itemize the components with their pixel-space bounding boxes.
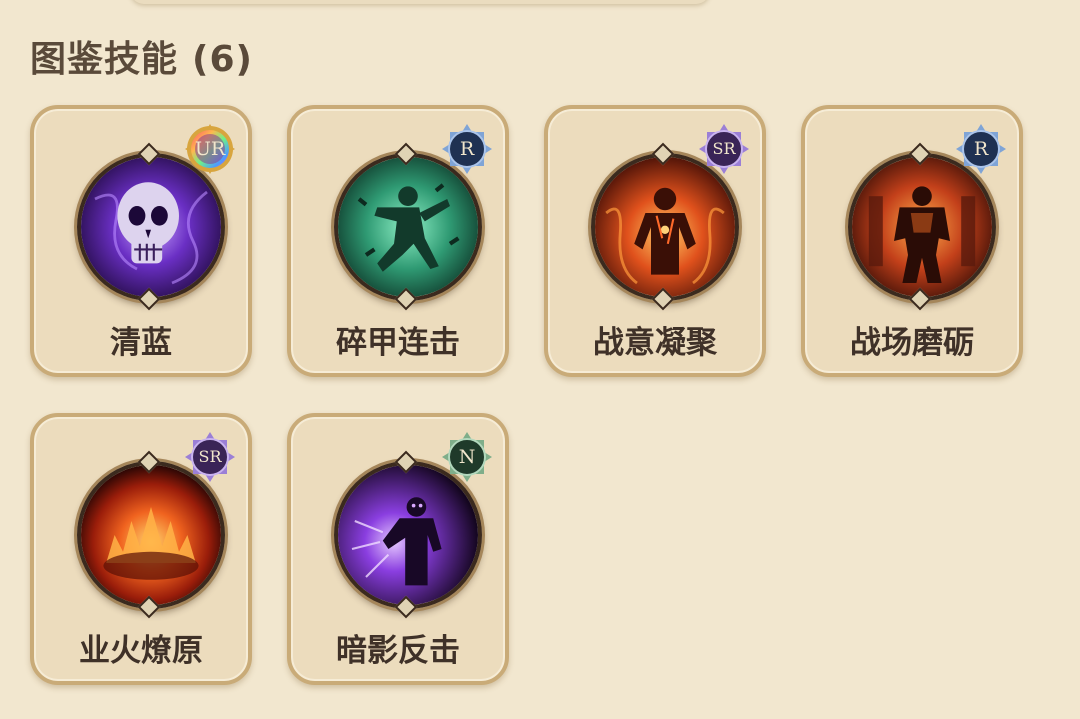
rarity-badge-sr: SR	[698, 123, 750, 175]
shadow-warrior-icon	[334, 461, 482, 609]
rarity-badge-sr: SR	[184, 431, 236, 483]
skill-name: 碎甲连击	[336, 325, 460, 361]
rarity-label: R	[459, 138, 475, 160]
skill-name: 清蓝	[110, 325, 172, 361]
rarity-label: UR	[194, 138, 226, 160]
rarity-badge-r: R	[441, 123, 493, 175]
armored-warrior-icon	[848, 153, 996, 301]
skill-card[interactable]: R 战场磨砺	[801, 105, 1023, 377]
rarity-badge-r: R	[955, 123, 1007, 175]
section-title-text: 图鉴技能	[30, 39, 179, 80]
rarity-badge-ur: UR	[184, 123, 236, 175]
green-warrior-strike-icon	[334, 153, 482, 301]
skill-count: (6)	[192, 39, 253, 80]
fire-warrior-icon	[591, 153, 739, 301]
skill-card[interactable]: UR 清蓝	[30, 105, 252, 377]
skill-name: 暗影反击	[336, 633, 460, 669]
rarity-label: N	[458, 446, 476, 468]
skill-card[interactable]: N 暗影反击	[287, 413, 509, 685]
skill-card[interactable]: SR 战意凝聚	[544, 105, 766, 377]
rarity-label: SR	[198, 447, 222, 466]
skill-name: 战场磨砺	[850, 325, 974, 361]
top-panel-edge	[130, 0, 710, 4]
skill-name: 战意凝聚	[593, 325, 717, 361]
section-title: 图鉴技能 (6)	[30, 30, 253, 82]
rarity-label: SR	[712, 139, 736, 158]
purple-skull-icon	[77, 153, 225, 301]
hellfire-icon	[77, 461, 225, 609]
rarity-label: R	[973, 138, 989, 160]
rarity-badge-n: N	[441, 431, 493, 483]
skill-card[interactable]: SR 业火燎原	[30, 413, 252, 685]
skill-card[interactable]: R 碎甲连击	[287, 105, 509, 377]
skill-name: 业火燎原	[79, 633, 203, 669]
